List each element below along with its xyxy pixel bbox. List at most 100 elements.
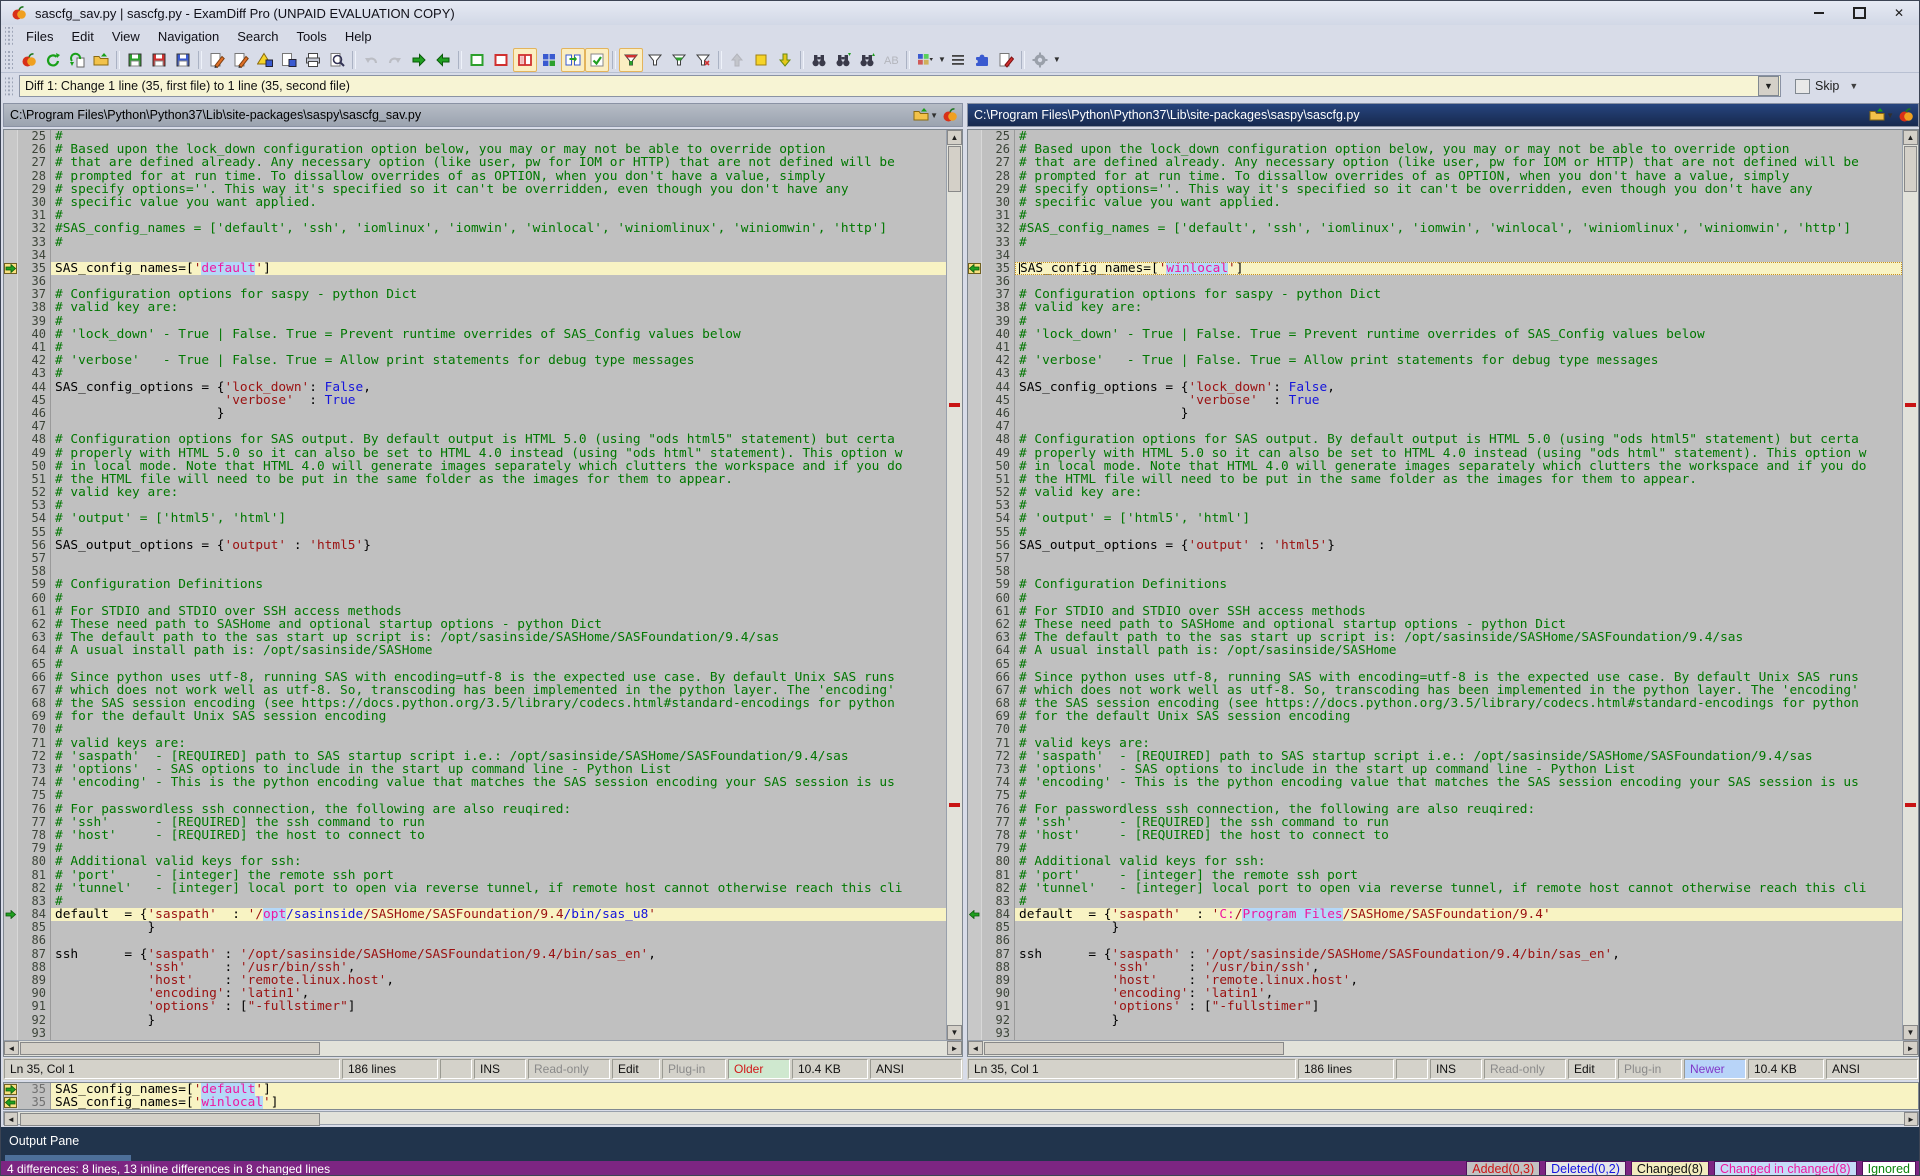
line-inspector-pane[interactable]: 35SAS_config_names=['default']35SAS_conf… bbox=[3, 1082, 1919, 1110]
dropdown-arrow-icon[interactable]: ▼ bbox=[938, 55, 946, 64]
code-line[interactable]: 45 'verbose' : True bbox=[968, 394, 1902, 407]
second-file-vertical-scrollbar[interactable]: ▲ ▼ bbox=[1902, 130, 1918, 1040]
code-line[interactable]: 66# Since python uses utf-8, running SAS… bbox=[968, 671, 1902, 684]
code-line[interactable]: 77# 'ssh' - [REQUIRED] the ssh command t… bbox=[968, 816, 1902, 829]
code-line[interactable]: 88 'ssh' : '/usr/bin/ssh', bbox=[4, 961, 946, 974]
diff-marker-icon[interactable] bbox=[968, 262, 982, 275]
compare-file-icon[interactable] bbox=[942, 107, 958, 123]
code-line[interactable]: 27# that are defined already. Any necess… bbox=[4, 156, 946, 169]
code-line[interactable]: 31# bbox=[968, 209, 1902, 222]
close-button[interactable]: ✕ bbox=[1879, 1, 1919, 25]
code-line[interactable]: 56SAS_output_options = {'output' : 'html… bbox=[4, 539, 946, 552]
first-file-code-area[interactable]: 25#26# Based upon the lock_down configur… bbox=[4, 130, 946, 1040]
save-all-button[interactable] bbox=[171, 48, 195, 72]
diff-marker-icon[interactable] bbox=[4, 908, 18, 921]
chevron-down-icon[interactable]: ▼ bbox=[1849, 81, 1858, 91]
save-report-button[interactable] bbox=[277, 48, 301, 72]
code-line[interactable]: 83# bbox=[968, 895, 1902, 908]
code-line[interactable]: 85 } bbox=[4, 921, 946, 934]
print-button[interactable] bbox=[301, 48, 325, 72]
compare-file-icon[interactable] bbox=[1898, 107, 1914, 123]
code-line[interactable]: 30# specific value you want applied. bbox=[4, 196, 946, 209]
save-second-button[interactable] bbox=[147, 48, 171, 72]
code-line[interactable]: 34 bbox=[968, 249, 1902, 262]
second-file-code-area[interactable]: 25#26# Based upon the lock_down configur… bbox=[968, 130, 1902, 1040]
filter-all-button[interactable] bbox=[619, 48, 643, 72]
code-line[interactable]: 39# bbox=[968, 315, 1902, 328]
skip-checkbox[interactable]: Skip bbox=[1795, 79, 1839, 94]
code-line[interactable]: 84default = {'saspath' : 'C:/Program Fil… bbox=[968, 908, 1902, 921]
code-line[interactable]: 54# 'output' = ['html5', 'html'] bbox=[4, 512, 946, 525]
code-line[interactable]: 54# 'output' = ['html5', 'html'] bbox=[968, 512, 1902, 525]
redo-button[interactable] bbox=[383, 48, 407, 72]
toolbar-grip[interactable] bbox=[5, 27, 13, 45]
scroll-up-icon[interactable]: ▲ bbox=[947, 130, 962, 145]
show-options-button[interactable] bbox=[585, 48, 609, 72]
first-file-pane[interactable]: 25#26# Based upon the lock_down configur… bbox=[3, 129, 963, 1057]
find-prev-button[interactable] bbox=[855, 48, 879, 72]
code-line[interactable]: 32#SAS_config_names = ['default', 'ssh',… bbox=[4, 222, 946, 235]
code-line[interactable]: 49# properly with HTML 5.0 so it can als… bbox=[4, 447, 946, 460]
filter-hide-button[interactable] bbox=[691, 48, 715, 72]
code-line[interactable]: 70# bbox=[968, 723, 1902, 736]
code-line[interactable]: 51# the HTML file will need to be put in… bbox=[4, 473, 946, 486]
checkbox-icon[interactable] bbox=[1795, 79, 1810, 94]
code-line[interactable]: 74# 'encoding' - This is the python enco… bbox=[4, 776, 946, 789]
code-line[interactable]: 64# A usual install path is: /opt/sasins… bbox=[968, 644, 1902, 657]
code-line[interactable]: 43# bbox=[968, 367, 1902, 380]
compare-button[interactable] bbox=[17, 48, 41, 72]
code-line[interactable]: 74# 'encoding' - This is the python enco… bbox=[968, 776, 1902, 789]
code-line[interactable]: 87ssh = {'saspath' : '/opt/sasinside/SAS… bbox=[968, 948, 1902, 961]
options-button[interactable] bbox=[1028, 48, 1052, 72]
code-line[interactable]: 69# for the default Unix SAS session enc… bbox=[4, 710, 946, 723]
current-diff-button[interactable] bbox=[749, 48, 773, 72]
minimize-button[interactable] bbox=[1799, 1, 1839, 25]
menu-help[interactable]: Help bbox=[336, 27, 381, 46]
code-line[interactable]: 81# 'port' - [integer] the remote ssh po… bbox=[968, 869, 1902, 882]
code-line[interactable]: 79# bbox=[4, 842, 946, 855]
code-line[interactable]: 61# For STDIO and STDIO over SSH access … bbox=[968, 605, 1902, 618]
previous-diff-button[interactable] bbox=[725, 48, 749, 72]
code-line[interactable]: 41# bbox=[968, 341, 1902, 354]
code-line[interactable]: 93 bbox=[4, 1027, 946, 1040]
code-line[interactable]: 25# bbox=[968, 130, 1902, 143]
scroll-left-icon[interactable]: ◄ bbox=[4, 1041, 19, 1055]
code-line[interactable]: 90 'encoding': 'latin1', bbox=[4, 987, 946, 1000]
diff-marker-icon[interactable] bbox=[4, 262, 18, 275]
code-line[interactable]: 46 } bbox=[4, 407, 946, 420]
scroll-right-icon[interactable]: ► bbox=[1904, 1112, 1918, 1126]
scroll-right-icon[interactable]: ► bbox=[1903, 1041, 1918, 1055]
maximize-button[interactable] bbox=[1839, 1, 1879, 25]
code-line[interactable]: 78# 'host' - [REQUIRED] the host to conn… bbox=[968, 829, 1902, 842]
code-line[interactable]: 86 bbox=[968, 934, 1902, 947]
code-line[interactable]: 60# bbox=[4, 592, 946, 605]
code-line[interactable]: 30# specific value you want applied. bbox=[968, 196, 1902, 209]
show-identical-button[interactable] bbox=[465, 48, 489, 72]
menu-view[interactable]: View bbox=[103, 27, 149, 46]
code-line[interactable]: 80# Additional valid keys for ssh: bbox=[4, 855, 946, 868]
code-line[interactable]: 40# 'lock_down' - True | False. True = P… bbox=[968, 328, 1902, 341]
undo-button[interactable] bbox=[359, 48, 383, 72]
code-line[interactable]: 47 bbox=[968, 420, 1902, 433]
current-diff-combobox[interactable]: Diff 1: Change 1 line (35, first file) t… bbox=[19, 75, 1781, 97]
code-line[interactable]: 62# These need path to SASHome and optio… bbox=[968, 618, 1902, 631]
filter-changed-button[interactable] bbox=[667, 48, 691, 72]
print-preview-button[interactable] bbox=[325, 48, 349, 72]
browse-file-icon[interactable] bbox=[1869, 107, 1885, 123]
line-details-button[interactable] bbox=[946, 48, 970, 72]
split-view-button[interactable] bbox=[513, 48, 537, 72]
scroll-right-icon[interactable]: ► bbox=[947, 1041, 962, 1055]
code-line[interactable]: 69# for the default Unix SAS session enc… bbox=[968, 710, 1902, 723]
code-line[interactable]: 38# valid key are: bbox=[4, 301, 946, 314]
first-file-vertical-scrollbar[interactable]: ▲ ▼ bbox=[946, 130, 962, 1040]
copy-left-button[interactable] bbox=[431, 48, 455, 72]
code-line[interactable]: 68# the SAS session encoding (see https:… bbox=[4, 697, 946, 710]
code-line[interactable]: 29# specify options=''. This way it's sp… bbox=[968, 183, 1902, 196]
code-line[interactable]: 33# bbox=[968, 236, 1902, 249]
code-line[interactable]: 92 } bbox=[4, 1014, 946, 1027]
code-line[interactable]: 87ssh = {'saspath' : '/opt/sasinside/SAS… bbox=[4, 948, 946, 961]
menu-files[interactable]: Files bbox=[17, 27, 62, 46]
code-line[interactable]: 39# bbox=[4, 315, 946, 328]
menu-tools[interactable]: Tools bbox=[287, 27, 335, 46]
plugins-button[interactable] bbox=[970, 48, 994, 72]
